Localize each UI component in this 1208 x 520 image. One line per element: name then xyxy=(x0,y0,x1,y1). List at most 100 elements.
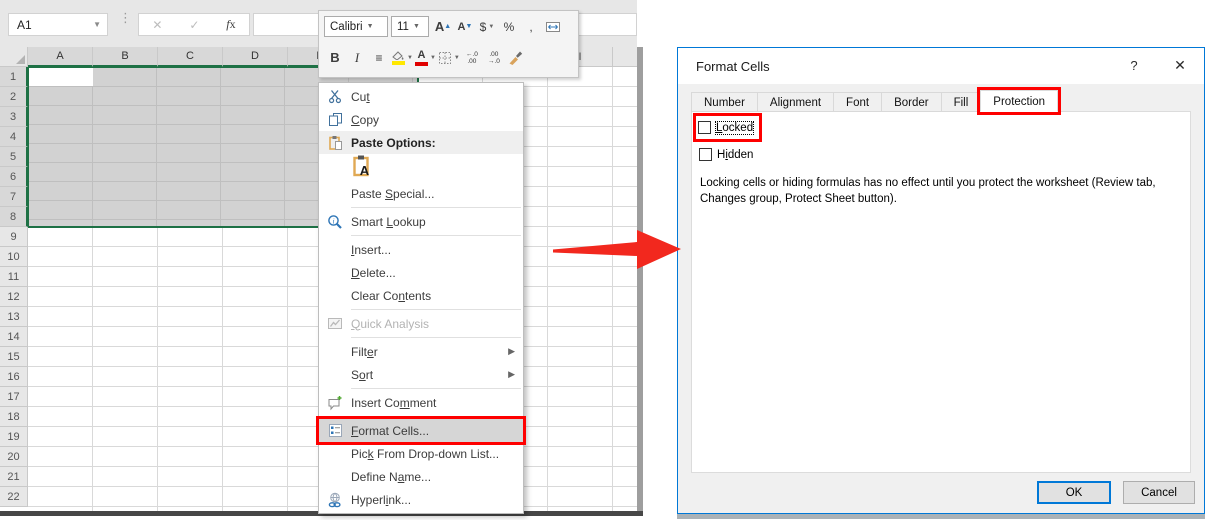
font-name-select-dropdown-icon[interactable]: ▼ xyxy=(367,23,374,30)
tab-fill[interactable]: Fill xyxy=(941,92,982,112)
insert-function-icon[interactable]: fx xyxy=(226,17,235,32)
menu-item-paste-options[interactable]: Paste Options: xyxy=(319,131,523,154)
row-header-2[interactable]: 2 xyxy=(0,87,28,107)
protection-description: Locking cells or hiding formulas has no … xyxy=(700,175,1182,208)
row-header-16[interactable]: 16 xyxy=(0,367,28,387)
row-header-9[interactable]: 9 xyxy=(0,227,28,247)
menu-item-label: Pick From Drop-down List... xyxy=(351,447,499,461)
row-header-12[interactable]: 12 xyxy=(0,287,28,307)
font-size-select-dropdown-icon[interactable]: ▼ xyxy=(413,23,420,30)
enter-entry-icon[interactable]: ✓ xyxy=(189,18,199,32)
comma-style-button[interactable]: , xyxy=(521,16,541,38)
hidden-checkbox-row: Hidden xyxy=(699,146,1190,163)
name-box[interactable]: A1 ▼ xyxy=(8,13,108,36)
italic-button[interactable]: I xyxy=(347,47,367,69)
dialog-close-button[interactable]: ✕ xyxy=(1172,57,1188,74)
decrease-decimal-button[interactable]: ←.0.00 xyxy=(462,47,482,69)
menu-item-delete[interactable]: Delete... xyxy=(319,261,523,284)
row-header-10[interactable]: 10 xyxy=(0,247,28,267)
row-header-18[interactable]: 18 xyxy=(0,407,28,427)
font-name-select[interactable]: Calibri▼ xyxy=(324,16,388,37)
increase-font-size-button[interactable]: A▲ xyxy=(433,16,453,38)
active-cell[interactable] xyxy=(29,68,93,86)
accounting-format-button[interactable]: $▼ xyxy=(477,16,497,38)
autofit-width-button[interactable] xyxy=(543,16,563,38)
quick-analysis-icon xyxy=(319,316,351,331)
row-header-22[interactable]: 22 xyxy=(0,487,28,507)
lines-button[interactable]: ≡ xyxy=(369,47,389,69)
column-header-A[interactable]: A xyxy=(28,47,93,67)
format-painter-button[interactable] xyxy=(506,47,526,69)
menu-item-paste-special[interactable]: Paste Special... xyxy=(319,182,523,205)
menu-item-label: Insert... xyxy=(351,243,391,257)
scissors-icon xyxy=(319,89,351,104)
row-header-14[interactable]: 14 xyxy=(0,327,28,347)
row-header-4[interactable]: 4 xyxy=(0,127,28,147)
tab-alignment[interactable]: Alignment xyxy=(757,92,834,112)
row-header-6[interactable]: 6 xyxy=(0,167,28,187)
tab-number[interactable]: Number xyxy=(691,92,758,112)
menu-item-insert[interactable]: Insert... xyxy=(319,238,523,261)
ok-button[interactable]: OK xyxy=(1037,481,1111,504)
row-header-17[interactable]: 17 xyxy=(0,387,28,407)
transition-arrow xyxy=(545,222,685,282)
locked-checkbox-label[interactable]: Locked xyxy=(716,122,753,134)
menu-item-sort[interactable]: Sort▶ xyxy=(319,363,523,386)
tab-border[interactable]: Border xyxy=(881,92,942,112)
menu-item-format-cells[interactable]: Format Cells... xyxy=(319,419,523,442)
row-header-13[interactable]: 13 xyxy=(0,307,28,327)
menu-item-copy[interactable]: Copy xyxy=(319,108,523,131)
row-header-19[interactable]: 19 xyxy=(0,427,28,447)
column-header-J[interactable]: J xyxy=(613,47,637,67)
menu-item-label: Paste Special... xyxy=(351,187,434,201)
hidden-checkbox-label[interactable]: Hidden xyxy=(717,149,753,161)
decrease-font-size-button[interactable]: A▼ xyxy=(455,16,475,38)
menu-item-insert-comment[interactable]: Insert Comment xyxy=(319,391,523,414)
locked-checkbox[interactable] xyxy=(698,121,711,134)
menu-item-clear-contents[interactable]: Clear Contents xyxy=(319,284,523,307)
row-header-8[interactable]: 8 xyxy=(0,207,28,227)
menu-item-filter[interactable]: Filter▶ xyxy=(319,340,523,363)
column-header-B[interactable]: B xyxy=(93,47,158,67)
name-box-dropdown-icon[interactable]: ▼ xyxy=(93,20,107,29)
menu-item-label: Cut xyxy=(351,90,370,104)
tab-protection[interactable]: Protection xyxy=(980,90,1058,112)
tab-font[interactable]: Font xyxy=(833,92,882,112)
row-header-11[interactable]: 11 xyxy=(0,267,28,287)
row-header-5[interactable]: 5 xyxy=(0,147,28,167)
hyperlink-icon xyxy=(319,492,351,508)
column-header-D[interactable]: D xyxy=(223,47,288,67)
menu-item-cut[interactable]: Cut xyxy=(319,85,523,108)
row-header-1[interactable]: 1 xyxy=(0,67,28,87)
hidden-checkbox[interactable] xyxy=(699,148,712,161)
font-size-select[interactable]: 11▼ xyxy=(391,16,429,37)
borders-button[interactable]: ▼ xyxy=(438,47,460,69)
increase-decimal-button[interactable]: .00→.0 xyxy=(484,47,504,69)
select-all-corner[interactable] xyxy=(0,47,28,67)
column-header-C[interactable]: C xyxy=(158,47,223,67)
row-header-20[interactable]: 20 xyxy=(0,447,28,467)
percent-style-button[interactable]: % xyxy=(499,16,519,38)
screenshot-root: A1 ▼ ⋮ ✕ ✓ fx ABCDEFGHIJ 123456789101112… xyxy=(0,0,1208,520)
cancel-entry-icon[interactable]: ✕ xyxy=(152,18,162,32)
bold-button[interactable]: B xyxy=(325,47,345,69)
cancel-button[interactable]: Cancel xyxy=(1123,481,1195,504)
dialog-bottom-backdrop xyxy=(677,514,1205,519)
menu-item-label: Clear Contents xyxy=(351,289,431,303)
row-header-21[interactable]: 21 xyxy=(0,467,28,487)
font-color-button[interactable]: A▼ xyxy=(415,47,436,69)
row-header-3[interactable]: 3 xyxy=(0,107,28,127)
fill-color-button[interactable]: ▼ xyxy=(391,47,413,69)
menu-separator xyxy=(351,337,521,338)
menu-item-paste-values[interactable]: A xyxy=(319,154,523,182)
menu-item-smart-lookup[interactable]: iSmart Lookup xyxy=(319,210,523,233)
row-header-7[interactable]: 7 xyxy=(0,187,28,207)
dialog-help-button[interactable]: ? xyxy=(1126,58,1142,73)
row-header-15[interactable]: 15 xyxy=(0,347,28,367)
arrow-shape xyxy=(553,230,681,269)
menu-separator xyxy=(351,416,521,417)
menu-item-pick-from-drop-down-list[interactable]: Pick From Drop-down List... xyxy=(319,442,523,465)
menu-item-define-name[interactable]: Define Name... xyxy=(319,465,523,488)
menu-item-hyperlink[interactable]: Hyperlink... xyxy=(319,488,523,511)
protection-tab-panel: Locked Hidden Locking cells or hiding for… xyxy=(691,111,1191,473)
